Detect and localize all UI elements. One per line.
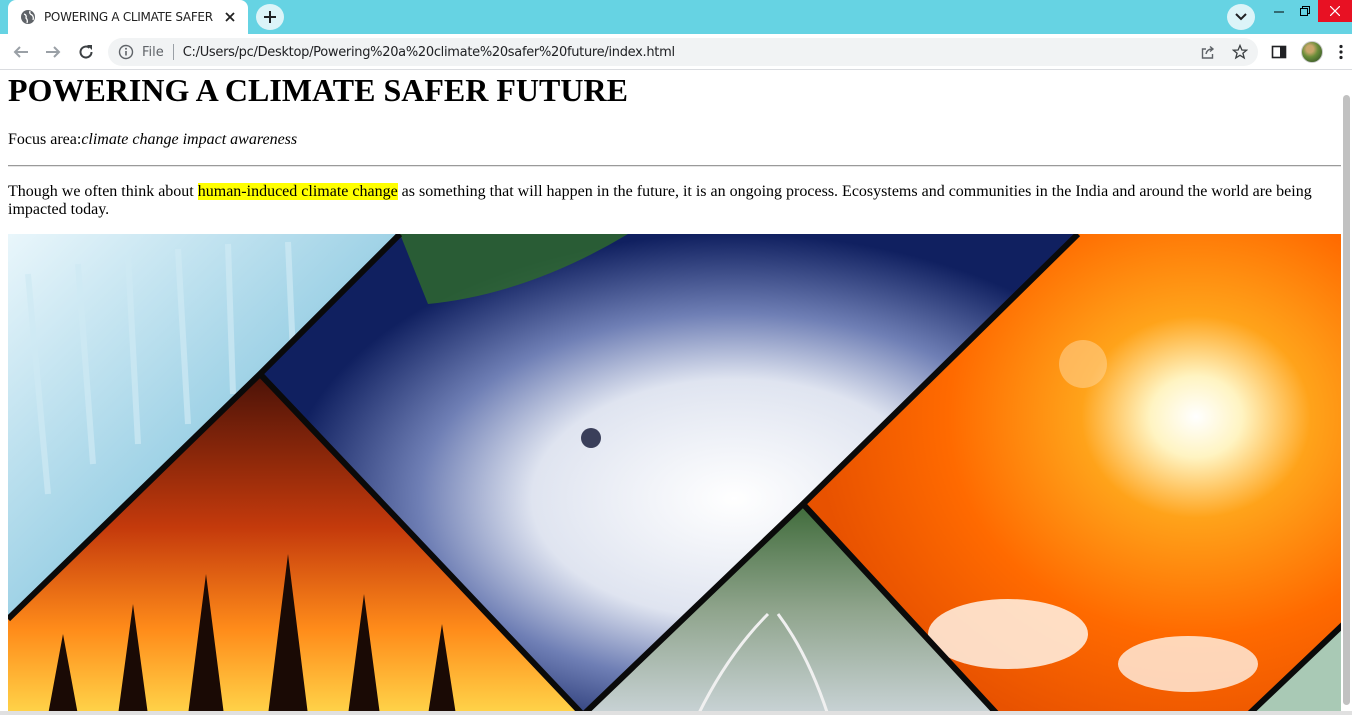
horizontal-scrollbar[interactable] [0, 711, 1352, 715]
plus-icon [264, 11, 276, 23]
address-bar[interactable]: File C:/Users/pc/Desktop/Powering%20a%20… [108, 38, 1258, 66]
restore-icon [1300, 6, 1310, 16]
tab-search-button[interactable] [1227, 4, 1255, 30]
reload-button[interactable] [74, 40, 98, 64]
arrow-right-icon [46, 46, 61, 58]
close-icon [1330, 6, 1340, 16]
highlight-text: human-induced climate change [197, 183, 398, 200]
focus-area: Focus area:climate change impact awarene… [8, 131, 1341, 149]
tab-title: POWERING A CLIMATE SAFER FU [44, 10, 215, 24]
share-icon[interactable] [1200, 44, 1216, 60]
back-button[interactable] [9, 40, 33, 64]
page-title: POWERING A CLIMATE SAFER FUTURE [8, 72, 628, 108]
focus-label: Focus area: [8, 131, 82, 148]
divider [8, 165, 1341, 167]
page-viewport: POWERING A CLIMATE SAFER FUTURE Focus ar… [0, 71, 1352, 715]
browser-tab[interactable]: POWERING A CLIMATE SAFER FU [8, 0, 248, 34]
profile-avatar[interactable] [1301, 41, 1323, 63]
address-separator [172, 44, 174, 60]
reload-icon [79, 45, 93, 59]
para-before: Though we often think about [8, 183, 198, 200]
chevron-down-icon [1235, 13, 1247, 21]
more-menu-icon[interactable] [1336, 44, 1346, 60]
tab-close-icon[interactable] [223, 9, 239, 25]
scrollbar-thumb[interactable] [1343, 95, 1350, 705]
climate-collage-image [8, 234, 1349, 715]
globe-icon [21, 10, 35, 24]
forward-button[interactable] [41, 40, 65, 64]
side-panel-icon[interactable] [1271, 44, 1287, 60]
intro-paragraph: Though we often think about human-induce… [8, 183, 1341, 219]
new-tab-button[interactable] [256, 4, 284, 30]
close-window-button[interactable] [1318, 0, 1352, 22]
page-content: POWERING A CLIMATE SAFER FUTURE Focus ar… [8, 71, 1341, 219]
info-icon[interactable] [118, 44, 134, 60]
file-label: File [142, 44, 164, 60]
star-icon[interactable] [1232, 44, 1248, 60]
url-text[interactable]: C:/Users/pc/Desktop/Powering%20a%20clima… [183, 45, 675, 60]
restore-button[interactable] [1288, 0, 1322, 22]
minimize-icon [1274, 11, 1284, 13]
focus-value: climate change impact awareness [81, 131, 298, 148]
arrow-left-icon [13, 46, 28, 58]
browser-toolbar: File C:/Users/pc/Desktop/Powering%20a%20… [0, 34, 1352, 70]
tab-strip: POWERING A CLIMATE SAFER FU [0, 0, 1352, 34]
